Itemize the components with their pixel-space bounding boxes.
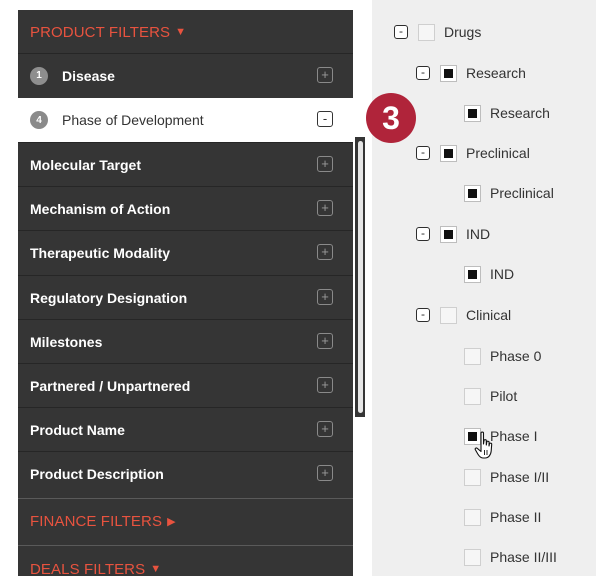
tree-node-ind: - IND — [416, 222, 490, 246]
tree-label: Research — [490, 105, 550, 121]
checkbox[interactable] — [418, 23, 435, 41]
filter-label: Phase of Development — [62, 112, 204, 128]
expand-icon[interactable]: + — [317, 377, 333, 393]
finance-filters-title: FINANCE FILTERS — [30, 512, 163, 530]
tree-label: Phase II — [490, 509, 542, 525]
checkbox[interactable] — [440, 306, 457, 324]
checkbox[interactable] — [464, 508, 481, 526]
step-number: 4 — [30, 111, 48, 129]
tree-label: Phase I/II — [490, 469, 550, 485]
divider — [18, 498, 353, 499]
filter-label: Mechanism of Action — [30, 200, 171, 217]
filter-label: Molecular Target — [30, 156, 141, 173]
tree-node-preclinical: - Preclinical — [416, 141, 530, 165]
filters-sidebar: PRODUCT FILTERS ▼ 1 Disease + 4 Phase of… — [18, 10, 353, 576]
expand-icon[interactable]: + — [317, 333, 333, 349]
filter-product-description[interactable]: Product Description + — [18, 451, 353, 495]
caret-down-icon: ▼ — [150, 563, 162, 575]
checkbox[interactable] — [464, 548, 481, 566]
tree-leaf-phase-2-3: Phase II/III — [464, 545, 557, 569]
tree-label: Clinical — [466, 307, 512, 323]
tree-leaf-phase-2: Phase II — [464, 505, 541, 529]
expand-icon[interactable]: + — [317, 244, 333, 260]
tree-leaf-pilot: Pilot — [464, 384, 517, 408]
checkbox[interactable] — [464, 468, 481, 486]
expand-icon[interactable]: + — [317, 289, 333, 305]
step-number: 1 — [30, 66, 48, 85]
checkbox[interactable] — [464, 387, 481, 405]
checkbox[interactable] — [464, 104, 481, 122]
phase-tree: - Drugs - Research Research - Preclinica… — [372, 0, 596, 576]
filter-partnered[interactable]: Partnered / Unpartnered + — [18, 363, 353, 407]
collapse-icon[interactable]: - — [416, 66, 430, 80]
product-filters-title: PRODUCT FILTERS — [30, 23, 171, 41]
tree-label: Research — [466, 65, 526, 81]
expand-icon[interactable]: + — [317, 67, 333, 83]
filter-disease[interactable]: 1 Disease + — [18, 53, 353, 97]
caret-right-icon: ▶ — [167, 515, 176, 528]
tree-leaf-ind: IND — [464, 262, 514, 286]
filter-mechanism-of-action[interactable]: Mechanism of Action + — [18, 186, 353, 230]
checkbox[interactable] — [440, 64, 457, 82]
tree-leaf-preclinical: Preclinical — [464, 181, 554, 205]
filter-label: Product Description — [30, 465, 164, 482]
collapse-icon[interactable]: - — [317, 111, 333, 127]
step-badge: 3 — [366, 93, 416, 143]
hand-cursor-icon — [474, 431, 493, 459]
filter-therapeutic-modality[interactable]: Therapeutic Modality + — [18, 230, 353, 274]
tree-label: Pilot — [490, 388, 518, 404]
filter-label: Partnered / Unpartnered — [30, 377, 191, 394]
filter-milestones[interactable]: Milestones + — [18, 319, 353, 363]
checkbox[interactable] — [440, 225, 457, 243]
tree-label: Drugs — [444, 24, 482, 40]
tree-label: Phase 0 — [490, 348, 542, 364]
filter-label: Therapeutic Modality — [30, 244, 171, 261]
expand-icon[interactable]: + — [317, 200, 333, 216]
checkbox[interactable] — [464, 184, 481, 202]
deals-filters-title: DEALS FILTERS — [30, 560, 146, 576]
filter-label: Regulatory Designation — [30, 289, 188, 306]
tree-node-drugs: - Drugs — [394, 20, 481, 44]
filter-regulatory-designation[interactable]: Regulatory Designation + — [18, 275, 353, 319]
filter-molecular-target[interactable]: Molecular Target + — [18, 142, 353, 186]
checkbox[interactable] — [440, 144, 457, 162]
sidebar-scrollbar[interactable] — [355, 137, 365, 417]
divider — [18, 545, 353, 546]
collapse-icon[interactable]: - — [416, 308, 430, 322]
tree-label: Preclinical — [466, 145, 530, 161]
tree-leaf-phase-1-2: Phase I/II — [464, 465, 549, 489]
filter-label: Milestones — [30, 333, 103, 350]
tree-node-research: - Research — [416, 61, 526, 85]
expand-icon[interactable]: + — [317, 156, 333, 172]
deals-filters-header[interactable]: DEALS FILTERS ▼ — [18, 551, 353, 576]
expand-icon[interactable]: + — [317, 465, 333, 481]
caret-down-icon: ▼ — [175, 26, 187, 38]
tree-label: IND — [490, 266, 515, 282]
scrollbar-thumb[interactable] — [358, 141, 363, 413]
tree-label: Preclinical — [490, 185, 554, 201]
tree-label: IND — [466, 226, 491, 242]
tree-label: Phase I — [490, 428, 538, 444]
checkbox[interactable] — [464, 347, 481, 365]
tree-leaf-phase-0: Phase 0 — [464, 344, 541, 368]
collapse-icon[interactable]: - — [416, 227, 430, 241]
filter-product-name[interactable]: Product Name + — [18, 407, 353, 451]
expand-icon[interactable]: + — [317, 421, 333, 437]
product-filters-header[interactable]: PRODUCT FILTERS ▼ — [18, 14, 353, 50]
collapse-icon[interactable]: - — [394, 25, 408, 39]
filter-phase-of-development[interactable]: 4 Phase of Development - — [18, 98, 353, 142]
tree-node-clinical: - Clinical — [416, 303, 511, 327]
checkbox[interactable] — [464, 265, 481, 283]
filter-label: Disease — [62, 67, 115, 84]
finance-filters-header[interactable]: FINANCE FILTERS ▶ — [18, 503, 353, 539]
tree-leaf-research: Research — [464, 101, 550, 125]
collapse-icon[interactable]: - — [416, 146, 430, 160]
tree-label: Phase II/III — [490, 549, 557, 565]
filter-label: Product Name — [30, 421, 125, 438]
